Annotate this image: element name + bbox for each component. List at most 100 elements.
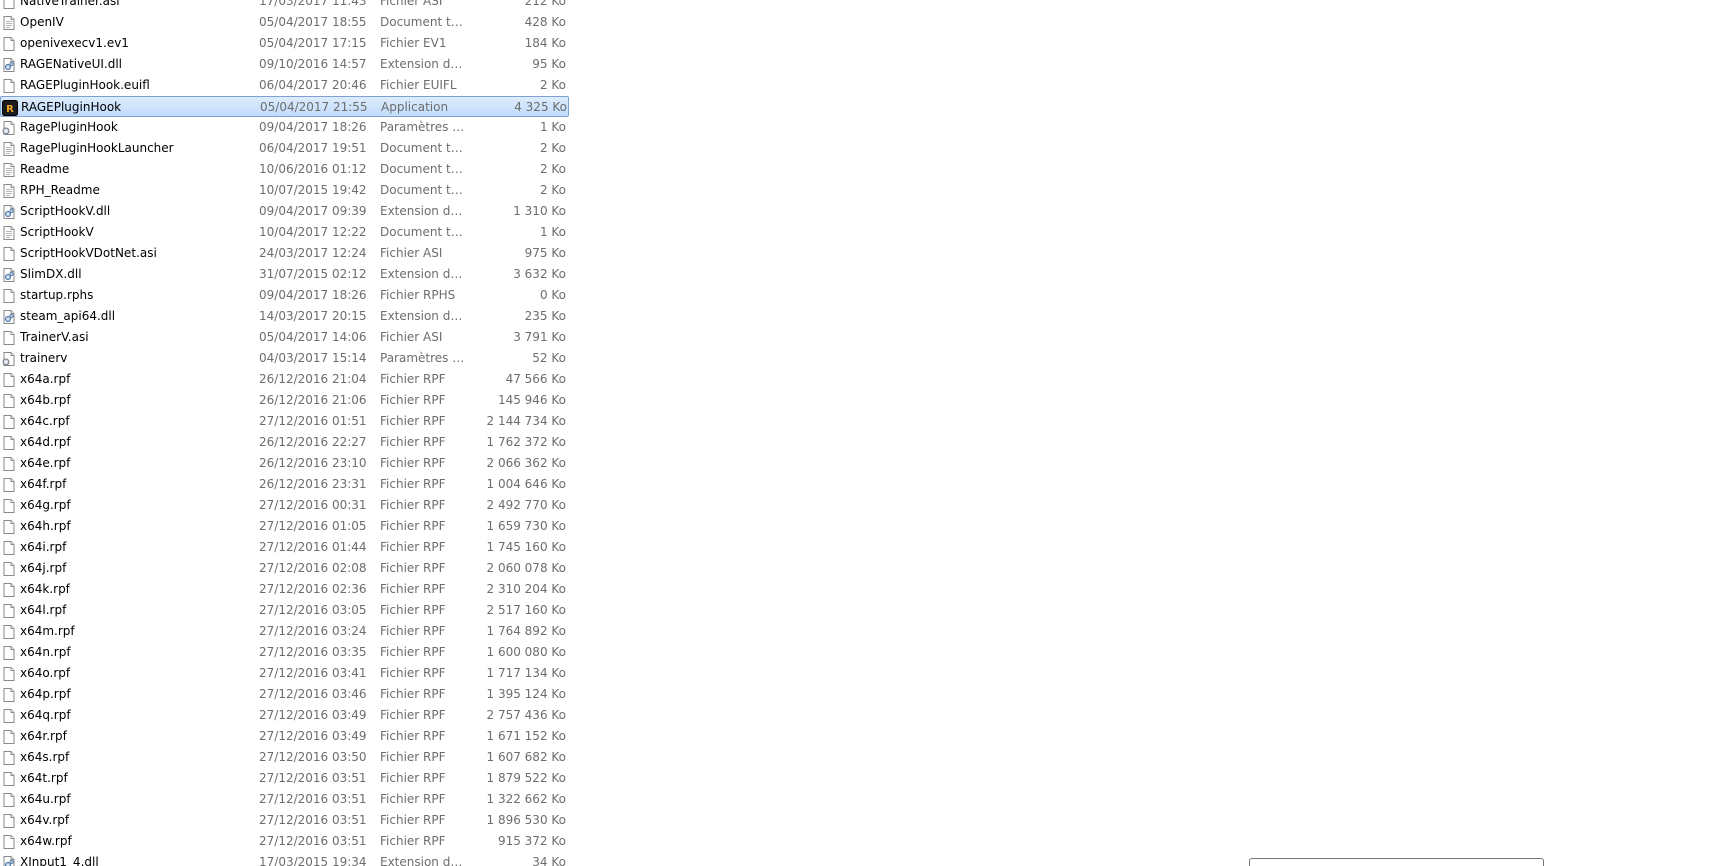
file-row[interactable]: x64l.rpf 27/12/2016 03:05 Fichier RPF 2 …: [0, 600, 569, 621]
file-date-modified: 06/04/2017 20:46: [259, 78, 367, 92]
file-name: x64i.rpf: [20, 540, 67, 554]
file-size: 428 Ko: [524, 15, 566, 29]
file-row[interactable]: x64b.rpf 26/12/2016 21:06 Fichier RPF 14…: [0, 390, 569, 411]
file-type: Document texte: [380, 162, 468, 176]
file-name: x64l.rpf: [20, 603, 67, 617]
settings-file-icon: [1, 351, 17, 367]
document-icon: [1, 0, 17, 10]
file-size: 34 Ko: [532, 855, 566, 866]
file-date-modified: 09/04/2017 09:39: [259, 204, 367, 218]
file-size: 2 517 160 Ko: [486, 603, 567, 617]
file-row-selected[interactable]: R RAGEPluginHook 05/04/2017 21:55 Applic…: [0, 96, 569, 117]
file-row[interactable]: x64f.rpf 26/12/2016 23:31 Fichier RPF 1 …: [0, 474, 569, 495]
file-size: 2 310 204 Ko: [486, 582, 567, 596]
file-row[interactable]: x64n.rpf 27/12/2016 03:35 Fichier RPF 1 …: [0, 642, 569, 663]
file-name: RagePluginHookLauncher: [20, 141, 174, 155]
file-size: 2 492 770 Ko: [486, 498, 567, 512]
file-date-modified: 26/12/2016 21:06: [259, 393, 367, 407]
file-row[interactable]: openivexecv1.ev1 05/04/2017 17:15 Fichie…: [0, 33, 569, 54]
file-row[interactable]: XInput1_4.dll 17/03/2015 19:34 Extension…: [0, 852, 569, 866]
file-row[interactable]: Readme 10/06/2016 01:12 Document texte 2…: [0, 159, 569, 180]
file-name: RAGEPluginHook: [21, 100, 122, 114]
file-row[interactable]: startup.rphs 09/04/2017 18:26 Fichier RP…: [0, 285, 569, 306]
file-date-modified: 26/12/2016 23:10: [259, 456, 367, 470]
file-row[interactable]: NativeTrainer.asi 17/03/2017 11:43 Fichi…: [0, 0, 569, 12]
file-row[interactable]: x64q.rpf 27/12/2016 03:49 Fichier RPF 2 …: [0, 705, 569, 726]
file-row[interactable]: trainerv 04/03/2017 15:14 Paramètres de …: [0, 348, 569, 369]
file-row[interactable]: x64t.rpf 27/12/2016 03:51 Fichier RPF 1 …: [0, 768, 569, 789]
file-size: 2 060 078 Ko: [486, 561, 567, 575]
file-type: Paramètres de configuration: [380, 351, 468, 365]
file-row[interactable]: x64i.rpf 27/12/2016 01:44 Fichier RPF 1 …: [0, 537, 569, 558]
file-date-modified: 09/10/2016 14:57: [259, 57, 367, 71]
file-date-modified: 24/03/2017 12:24: [259, 246, 367, 260]
file-type: Fichier RPF: [380, 834, 446, 848]
file-type: Fichier ASI: [380, 330, 443, 344]
file-type: Fichier RPF: [380, 708, 446, 722]
file-row[interactable]: x64r.rpf 27/12/2016 03:49 Fichier RPF 1 …: [0, 726, 569, 747]
file-name: x64m.rpf: [20, 624, 75, 638]
text-document-icon: [1, 162, 17, 178]
file-size: 3 632 Ko: [513, 267, 566, 281]
file-date-modified: 27/12/2016 00:31: [259, 498, 367, 512]
file-date-modified: 05/04/2017 17:15: [259, 36, 367, 50]
file-row[interactable]: ScriptHookV.dll 09/04/2017 09:39 Extensi…: [0, 201, 569, 222]
file-row[interactable]: RagePluginHookLauncher 06/04/2017 19:51 …: [0, 138, 569, 159]
file-row[interactable]: OpenIV 05/04/2017 18:55 Document texte 4…: [0, 12, 569, 33]
file-date-modified: 26/12/2016 21:04: [259, 372, 367, 386]
file-row[interactable]: x64s.rpf 27/12/2016 03:50 Fichier RPF 1 …: [0, 747, 569, 768]
document-icon: [1, 666, 17, 682]
file-name: Readme: [20, 162, 70, 176]
file-size: 1 Ko: [539, 225, 566, 239]
file-row[interactable]: x64h.rpf 27/12/2016 01:05 Fichier RPF 1 …: [0, 516, 569, 537]
file-row[interactable]: x64c.rpf 27/12/2016 01:51 Fichier RPF 2 …: [0, 411, 569, 432]
file-row[interactable]: RAGENativeUI.dll 09/10/2016 14:57 Extens…: [0, 54, 569, 75]
file-row[interactable]: SlimDX.dll 31/07/2015 02:12 Extension de…: [0, 264, 569, 285]
file-size: 3 791 Ko: [513, 330, 566, 344]
file-row[interactable]: x64u.rpf 27/12/2016 03:51 Fichier RPF 1 …: [0, 789, 569, 810]
file-row[interactable]: x64a.rpf 26/12/2016 21:04 Fichier RPF 47…: [0, 369, 569, 390]
file-date-modified: 27/12/2016 02:36: [259, 582, 367, 596]
file-name: ScriptHookV.dll: [20, 204, 111, 218]
file-row[interactable]: x64m.rpf 27/12/2016 03:24 Fichier RPF 1 …: [0, 621, 569, 642]
file-row[interactable]: TrainerV.asi 05/04/2017 14:06 Fichier AS…: [0, 327, 569, 348]
document-icon: [1, 582, 17, 598]
file-size: 235 Ko: [524, 309, 566, 323]
file-row[interactable]: steam_api64.dll 14/03/2017 20:15 Extensi…: [0, 306, 569, 327]
file-type: Fichier RPF: [380, 813, 446, 827]
document-icon: [1, 414, 17, 430]
file-name: RAGENativeUI.dll: [20, 57, 123, 71]
file-row[interactable]: x64g.rpf 27/12/2016 00:31 Fichier RPF 2 …: [0, 495, 569, 516]
document-icon: [1, 561, 17, 577]
file-row[interactable]: x64p.rpf 27/12/2016 03:46 Fichier RPF 1 …: [0, 684, 569, 705]
file-size: 212 Ko: [524, 0, 566, 8]
file-row[interactable]: x64v.rpf 27/12/2016 03:51 Fichier RPF 1 …: [0, 810, 569, 831]
file-size: 2 144 734 Ko: [486, 414, 567, 428]
file-row[interactable]: x64j.rpf 27/12/2016 02:08 Fichier RPF 2 …: [0, 558, 569, 579]
file-name: x64j.rpf: [20, 561, 67, 575]
file-type: Fichier RPF: [380, 393, 446, 407]
file-row[interactable]: RPH_Readme 10/07/2015 19:42 Document tex…: [0, 180, 569, 201]
file-row[interactable]: RagePluginHook 09/04/2017 18:26 Paramètr…: [0, 117, 569, 138]
file-row[interactable]: x64k.rpf 27/12/2016 02:36 Fichier RPF 2 …: [0, 579, 569, 600]
dll-icon: [1, 204, 17, 220]
file-name: x64d.rpf: [20, 435, 71, 449]
file-row[interactable]: x64w.rpf 27/12/2016 03:51 Fichier RPF 91…: [0, 831, 569, 852]
file-date-modified: 27/12/2016 03:51: [259, 813, 367, 827]
file-row[interactable]: RAGEPluginHook.euifl 06/04/2017 20:46 Fi…: [0, 75, 569, 96]
text-document-icon: [1, 225, 17, 241]
file-row[interactable]: ScriptHookVDotNet.asi 24/03/2017 12:24 F…: [0, 243, 569, 264]
file-row[interactable]: ScriptHookV 10/04/2017 12:22 Document te…: [0, 222, 569, 243]
file-row[interactable]: x64o.rpf 27/12/2016 03:41 Fichier RPF 1 …: [0, 663, 569, 684]
file-name: OpenIV: [20, 15, 64, 29]
file-size: 2 066 362 Ko: [486, 456, 567, 470]
text-document-icon: [1, 141, 17, 157]
file-row[interactable]: x64e.rpf 26/12/2016 23:10 Fichier RPF 2 …: [0, 453, 569, 474]
file-size: 47 566 Ko: [505, 372, 566, 386]
file-row[interactable]: x64d.rpf 26/12/2016 22:27 Fichier RPF 1 …: [0, 432, 569, 453]
file-size: 1 896 530 Ko: [486, 813, 567, 827]
settings-file-icon: [1, 120, 17, 136]
file-name: x64w.rpf: [20, 834, 72, 848]
file-date-modified: 17/03/2015 19:34: [259, 855, 367, 866]
file-size: 2 Ko: [539, 183, 566, 197]
